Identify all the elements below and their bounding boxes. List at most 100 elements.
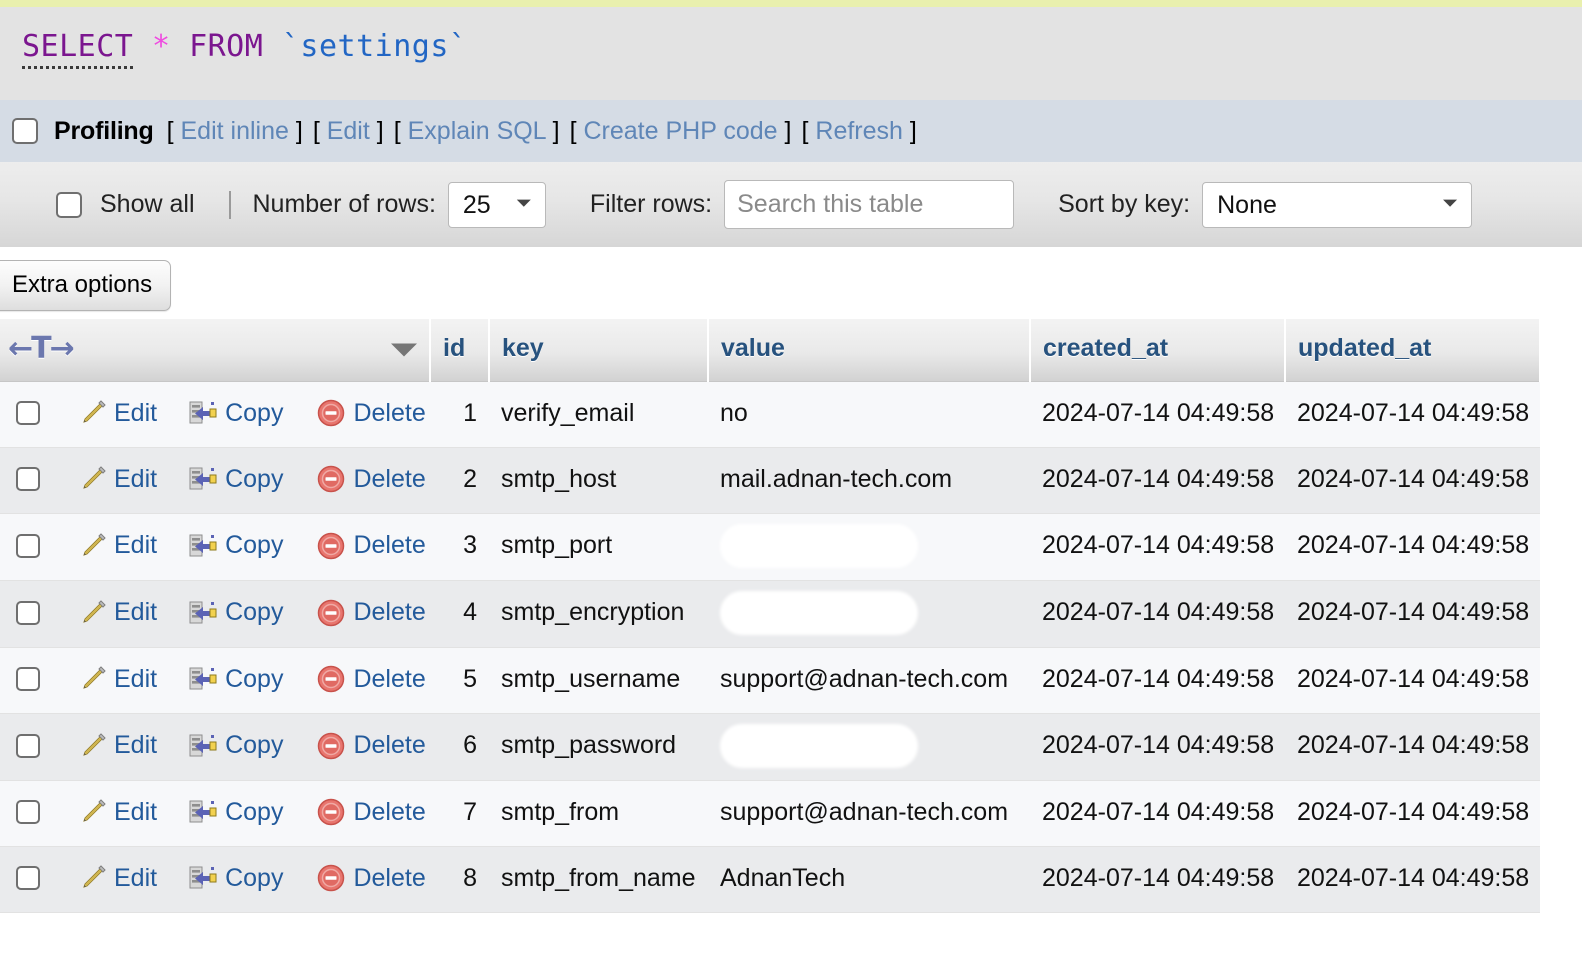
cell-created-at[interactable]: 2024-07-14 04:49:58 — [1030, 780, 1285, 847]
row-edit-link[interactable]: Edit — [80, 598, 157, 627]
cell-key[interactable]: smtp_port — [489, 513, 708, 581]
cell-id[interactable]: 2 — [430, 447, 489, 514]
row-select-checkbox[interactable] — [16, 733, 40, 758]
cell-key[interactable]: smtp_username — [489, 647, 708, 714]
cell-value-wrap[interactable]: support@adnan-tech.com — [708, 780, 1030, 847]
cell-created-at[interactable]: 2024-07-14 04:49:58 — [1030, 447, 1285, 514]
cell-updated-at[interactable]: 2024-07-14 04:49:58 — [1285, 381, 1540, 448]
show-all-checkbox[interactable] — [56, 191, 82, 218]
delete-circle-icon — [317, 732, 345, 760]
column-header-key[interactable]: key — [489, 319, 709, 382]
row-copy-label: Copy — [225, 797, 284, 826]
profiling-checkbox[interactable] — [12, 118, 38, 144]
column-header-actions[interactable]: ←T→ — [0, 319, 431, 382]
row-select-checkbox[interactable] — [16, 800, 40, 824]
cell-created-at[interactable]: 2024-07-14 04:49:58 — [1030, 713, 1285, 781]
bracket-close: ] — [376, 116, 384, 145]
row-edit-link[interactable]: Edit — [80, 465, 157, 494]
row-select-checkbox[interactable] — [16, 401, 40, 425]
cell-created-at[interactable]: 2024-07-14 04:49:58 — [1030, 580, 1285, 648]
cell-key[interactable]: smtp_password — [489, 713, 708, 781]
cell-value-wrap[interactable] — [708, 580, 1030, 648]
row-delete-link[interactable]: Delete — [317, 864, 426, 893]
cell-updated-at[interactable]: 2024-07-14 04:49:58 — [1285, 580, 1540, 648]
row-copy-link[interactable]: Copy — [189, 731, 283, 760]
row-select-checkbox[interactable] — [16, 467, 40, 491]
row-copy-link[interactable]: Copy — [189, 399, 283, 428]
cell-updated-at[interactable]: 2024-07-14 04:49:58 — [1285, 780, 1540, 847]
cell-value-wrap[interactable] — [708, 513, 1030, 581]
row-delete-link[interactable]: Delete — [317, 399, 426, 428]
row-copy-link[interactable]: Copy — [189, 465, 283, 494]
cell-id[interactable]: 4 — [430, 580, 489, 648]
number-of-rows-select[interactable]: 2550100250500 — [447, 181, 546, 228]
cell-updated-at[interactable]: 2024-07-14 04:49:58 — [1285, 713, 1540, 781]
chevron-down-icon[interactable] — [391, 343, 417, 357]
row-delete-link[interactable]: Delete — [317, 465, 426, 494]
refresh-link[interactable]: Refresh — [815, 117, 903, 145]
row-copy-link[interactable]: Copy — [189, 531, 283, 560]
cell-created-at[interactable]: 2024-07-14 04:49:58 — [1030, 513, 1285, 581]
cell-key[interactable]: smtp_host — [489, 447, 708, 514]
create-php-code-link[interactable]: Create PHP code — [583, 117, 777, 145]
edit-link[interactable]: Edit — [327, 117, 370, 145]
cell-key[interactable]: smtp_from_name — [489, 846, 708, 913]
cell-id[interactable]: 1 — [430, 381, 489, 448]
extra-options-button[interactable]: Extra options — [0, 259, 172, 311]
cell-updated-at[interactable]: 2024-07-14 04:49:58 — [1285, 447, 1540, 514]
row-select-checkbox[interactable] — [16, 600, 40, 625]
cell-value-wrap[interactable]: mail.adnan-tech.com — [708, 447, 1030, 514]
cell-value-wrap[interactable]: AdnanTech — [708, 846, 1030, 913]
row-copy-link[interactable]: Copy — [189, 665, 283, 694]
cell-updated-at[interactable]: 2024-07-14 04:49:58 — [1285, 647, 1540, 714]
cell-id[interactable]: 5 — [430, 647, 489, 714]
bracket-open: [ — [166, 116, 174, 145]
column-header-updated-at[interactable]: updated_at — [1285, 319, 1541, 382]
cell-id[interactable]: 6 — [430, 713, 489, 781]
row-edit-link[interactable]: Edit — [80, 731, 157, 760]
cell-value-wrap[interactable]: support@adnan-tech.com — [708, 647, 1030, 714]
column-header-created-at[interactable]: created_at — [1030, 319, 1286, 382]
sql-query-panel: SELECT * FROM `settings` — [0, 7, 1582, 100]
cell-created-at[interactable]: 2024-07-14 04:49:58 — [1030, 381, 1285, 448]
row-select-checkbox[interactable] — [16, 533, 40, 558]
row-edit-link[interactable]: Edit — [80, 531, 157, 560]
cell-value-wrap[interactable] — [708, 713, 1030, 781]
row-delete-link[interactable]: Delete — [317, 798, 426, 827]
row-delete-link[interactable]: Delete — [317, 598, 426, 627]
cell-updated-at[interactable]: 2024-07-14 04:49:58 — [1285, 846, 1540, 913]
explain-sql-link[interactable]: Explain SQL — [408, 117, 546, 145]
edit-inline-link[interactable]: Edit inline — [181, 117, 289, 145]
row-select-checkbox[interactable] — [16, 667, 40, 691]
cell-updated-at[interactable]: 2024-07-14 04:49:58 — [1285, 513, 1540, 581]
row-edit-link[interactable]: Edit — [80, 864, 157, 893]
row-edit-label: Edit — [114, 598, 158, 626]
row-select-checkbox[interactable] — [16, 866, 40, 890]
cell-id[interactable]: 7 — [430, 780, 489, 847]
cell-created-at[interactable]: 2024-07-14 04:49:58 — [1030, 647, 1285, 714]
sort-by-key-select[interactable]: NonePRIMARY (ASC)PRIMARY (DESC) — [1202, 181, 1473, 228]
row-copy-link[interactable]: Copy — [189, 864, 283, 893]
column-header-value[interactable]: value — [708, 319, 1031, 382]
row-edit-link[interactable]: Edit — [80, 665, 157, 694]
sql-keyword-select: SELECT — [22, 29, 134, 69]
cell-key[interactable]: smtp_from — [489, 780, 708, 847]
cell-value-wrap[interactable]: no — [708, 381, 1030, 448]
filter-rows-input[interactable] — [724, 180, 1015, 229]
row-copy-link[interactable]: Copy — [189, 798, 283, 827]
cell-id[interactable]: 3 — [430, 513, 489, 581]
row-delete-link[interactable]: Delete — [317, 731, 426, 760]
row-copy-link[interactable]: Copy — [189, 598, 283, 627]
column-header-id[interactable]: id — [430, 319, 490, 382]
row-delete-link[interactable]: Delete — [317, 531, 426, 560]
filter-rows-label: Filter rows: — [589, 190, 713, 218]
pencil-icon — [80, 400, 106, 426]
column-order-nav-icon[interactable]: ←T→ — [8, 331, 75, 366]
cell-created-at[interactable]: 2024-07-14 04:49:58 — [1030, 846, 1285, 913]
row-delete-link[interactable]: Delete — [317, 665, 426, 694]
row-edit-link[interactable]: Edit — [80, 399, 157, 428]
cell-key[interactable]: smtp_encryption — [489, 580, 708, 648]
row-edit-link[interactable]: Edit — [80, 798, 157, 827]
cell-key[interactable]: verify_email — [489, 381, 708, 448]
cell-id[interactable]: 8 — [430, 846, 489, 913]
